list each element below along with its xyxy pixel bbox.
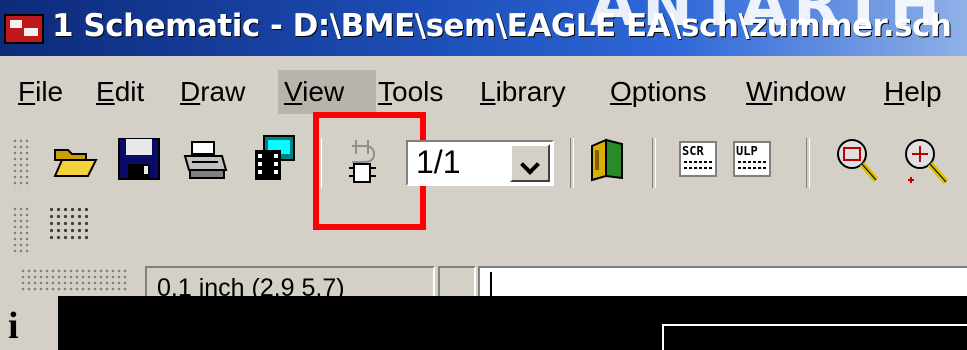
menu-draw[interactable]: Draw [174,70,251,114]
sheet-select-value: 1/1 [416,144,461,180]
schematic-canvas[interactable] [58,296,967,350]
script-label: SCR [682,144,704,158]
info-icon[interactable]: i [8,304,19,348]
cam-film-icon[interactable] [252,134,298,180]
menu-edit[interactable]: Edit [90,70,150,114]
zoom-in-icon[interactable] [900,136,949,184]
toolbar-separator [806,138,810,188]
toolbar-grip[interactable] [12,206,30,256]
menu-window[interactable]: Window [740,70,852,114]
title-bar[interactable]: 1 Schematic - D:\BME\sem\EAGLE EA\sch\zu… [0,0,967,56]
title-overflow-text: ANTARTH [590,0,947,40]
text-caret [490,272,492,298]
eagle-app-icon[interactable] [4,14,44,44]
chevron-down-icon[interactable] [510,144,550,182]
command-options-button[interactable] [438,266,476,300]
grid-dots-icon[interactable] [48,206,88,242]
open-folder-icon[interactable] [52,138,98,184]
menu-bar: File Edit Draw View Tools Library Option… [0,64,967,126]
menu-view[interactable]: View [278,70,376,114]
menu-tools[interactable]: Tools [372,70,449,114]
zoom-fit-icon[interactable] [832,136,879,182]
info-tool-column: i [0,298,58,350]
ulp-icon[interactable]: ULP [730,138,776,184]
menu-library[interactable]: Library [474,70,572,114]
command-input[interactable] [478,266,967,300]
save-disk-icon[interactable] [116,136,162,182]
drawing-frame [662,324,967,350]
ulp-label: ULP [736,144,758,158]
script-icon[interactable]: SCR [676,138,722,184]
menu-file[interactable]: File [12,70,69,114]
secondary-toolbar [0,196,967,266]
menu-help[interactable]: Help [878,70,948,114]
sheet-select[interactable]: 1/1 [406,140,554,186]
add-part-icon[interactable] [586,136,632,182]
toolbar-separator [570,138,574,188]
toolbar-grip[interactable] [20,268,128,292]
toolbar-separator [652,138,656,188]
toolbar-grip[interactable] [12,138,30,188]
menu-options[interactable]: Options [604,70,713,114]
print-icon[interactable] [182,138,228,184]
grid-coordinates: 0.1 inch (2.9 5.7) [145,266,435,300]
